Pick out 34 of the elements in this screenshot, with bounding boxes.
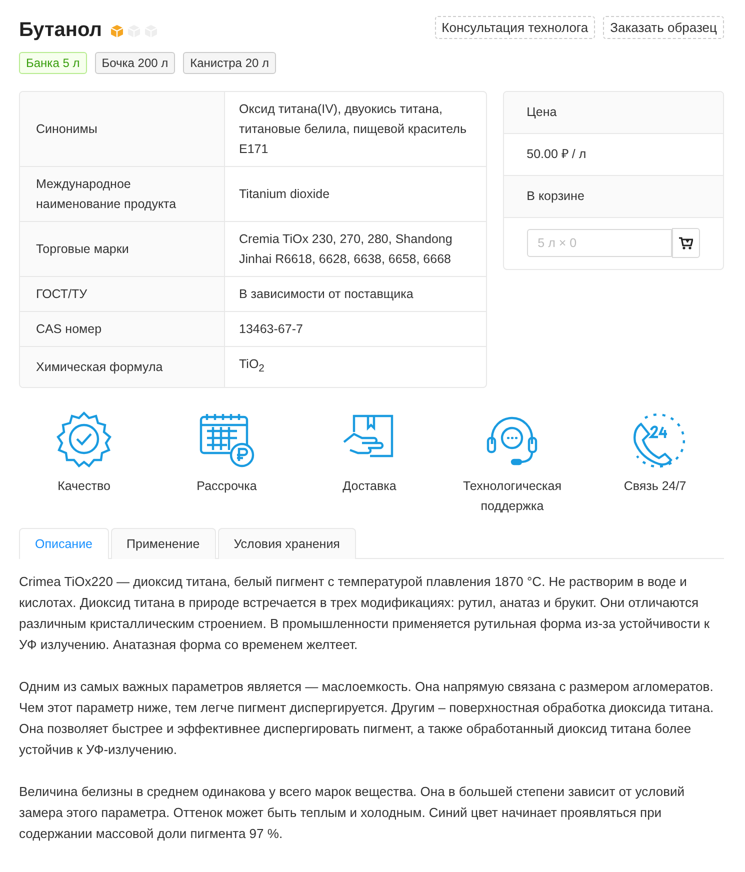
table-cell-text: Titanium dioxide [238,186,331,203]
feature-label: Рассрочка [196,478,258,495]
table-cell: Торговые марки [20,222,225,276]
badge-check-icon [54,410,114,470]
table-cell: Международное наименование продукта [20,167,225,221]
cart-icon [678,236,693,250]
add-to-cart-button[interactable] [672,228,700,258]
feature-label: Технологическая поддержка [462,478,563,515]
quantity-field[interactable]: 5 л × 0 [526,229,672,257]
table-cell-text: Оксид титана(IV), двуокись титана, титановые белила, пищевой краситель E171 [238,101,468,158]
description-paragraph: Величина белизны в среднем одинакова у всего марок вещества. Она в большей степени зависит от условий замера этого параметра. Оттенок может быть теплым и холодным. Синий цвет начинает проявляться при содержании массовой доли пигмента 97 %. [19,782,686,843]
package-tag[interactable]: Бочка 200 л [94,52,176,74]
package-tag[interactable]: Канистра 20 л [183,52,276,74]
tab[interactable]: Условия хранения [218,528,356,558]
table-cell: ГОСТ/ТУ [20,277,225,311]
table-cell-text: TiO$_{2}$ [238,356,266,376]
feature-label: Связь 24/7 [622,478,688,494]
action-button[interactable]: Консультация технолога [434,16,596,39]
table-cell: Синонимы [20,92,225,166]
cart-label: В корзине [526,189,584,203]
feature-label: Доставка [342,478,398,494]
table-cell-text: В зависимости от поставщика [238,286,414,303]
tab[interactable]: Применение [110,528,216,558]
description-paragraph: Crimea TiOx220 — диоксид титана, белый пигмент с температурой плавления 1870 °C. Не растворим в воде и кислотах. Диоксид титана в природе встречается в трех модификациях: рутил, анатаз и брукит. Они отличаются различным кристаллическим строением. В промышленности применяется рутильная форма из-за устойчивости к УФ излучению. Анатазная форма со временем желтеет. [19,572,711,654]
table-cell: CAS номер [20,312,225,346]
table-cell-text: Cremia TiOx 230, 270, 280, Shandong Jinhai R6618, 6628, 6638, 6658, 6668 [238,231,454,268]
table-cell: Химическая формула [20,347,225,386]
action-button[interactable]: Заказать образец [603,16,724,39]
table-cell-text: 13463-67-7 [238,321,304,338]
feature-label: Качество [56,478,112,494]
price-label: Цена [526,105,557,119]
description-paragraph: Одним из самых важных параметров является — маслоемкость. Она напрямую связана с размером агломератов. Чем этот параметр ниже, тем легче пигмент диспергируется. Другим – поверхностная обработка диоксида титана. Она позволяет быстрее и эффективнее диспергировать пигмент, а также обработанный диоксид титана более устойчив к УФ-излучению. [19,678,715,759]
product-title: Бутанол [19,19,102,42]
price-value: 50.00 ₽ / л [526,147,586,161]
